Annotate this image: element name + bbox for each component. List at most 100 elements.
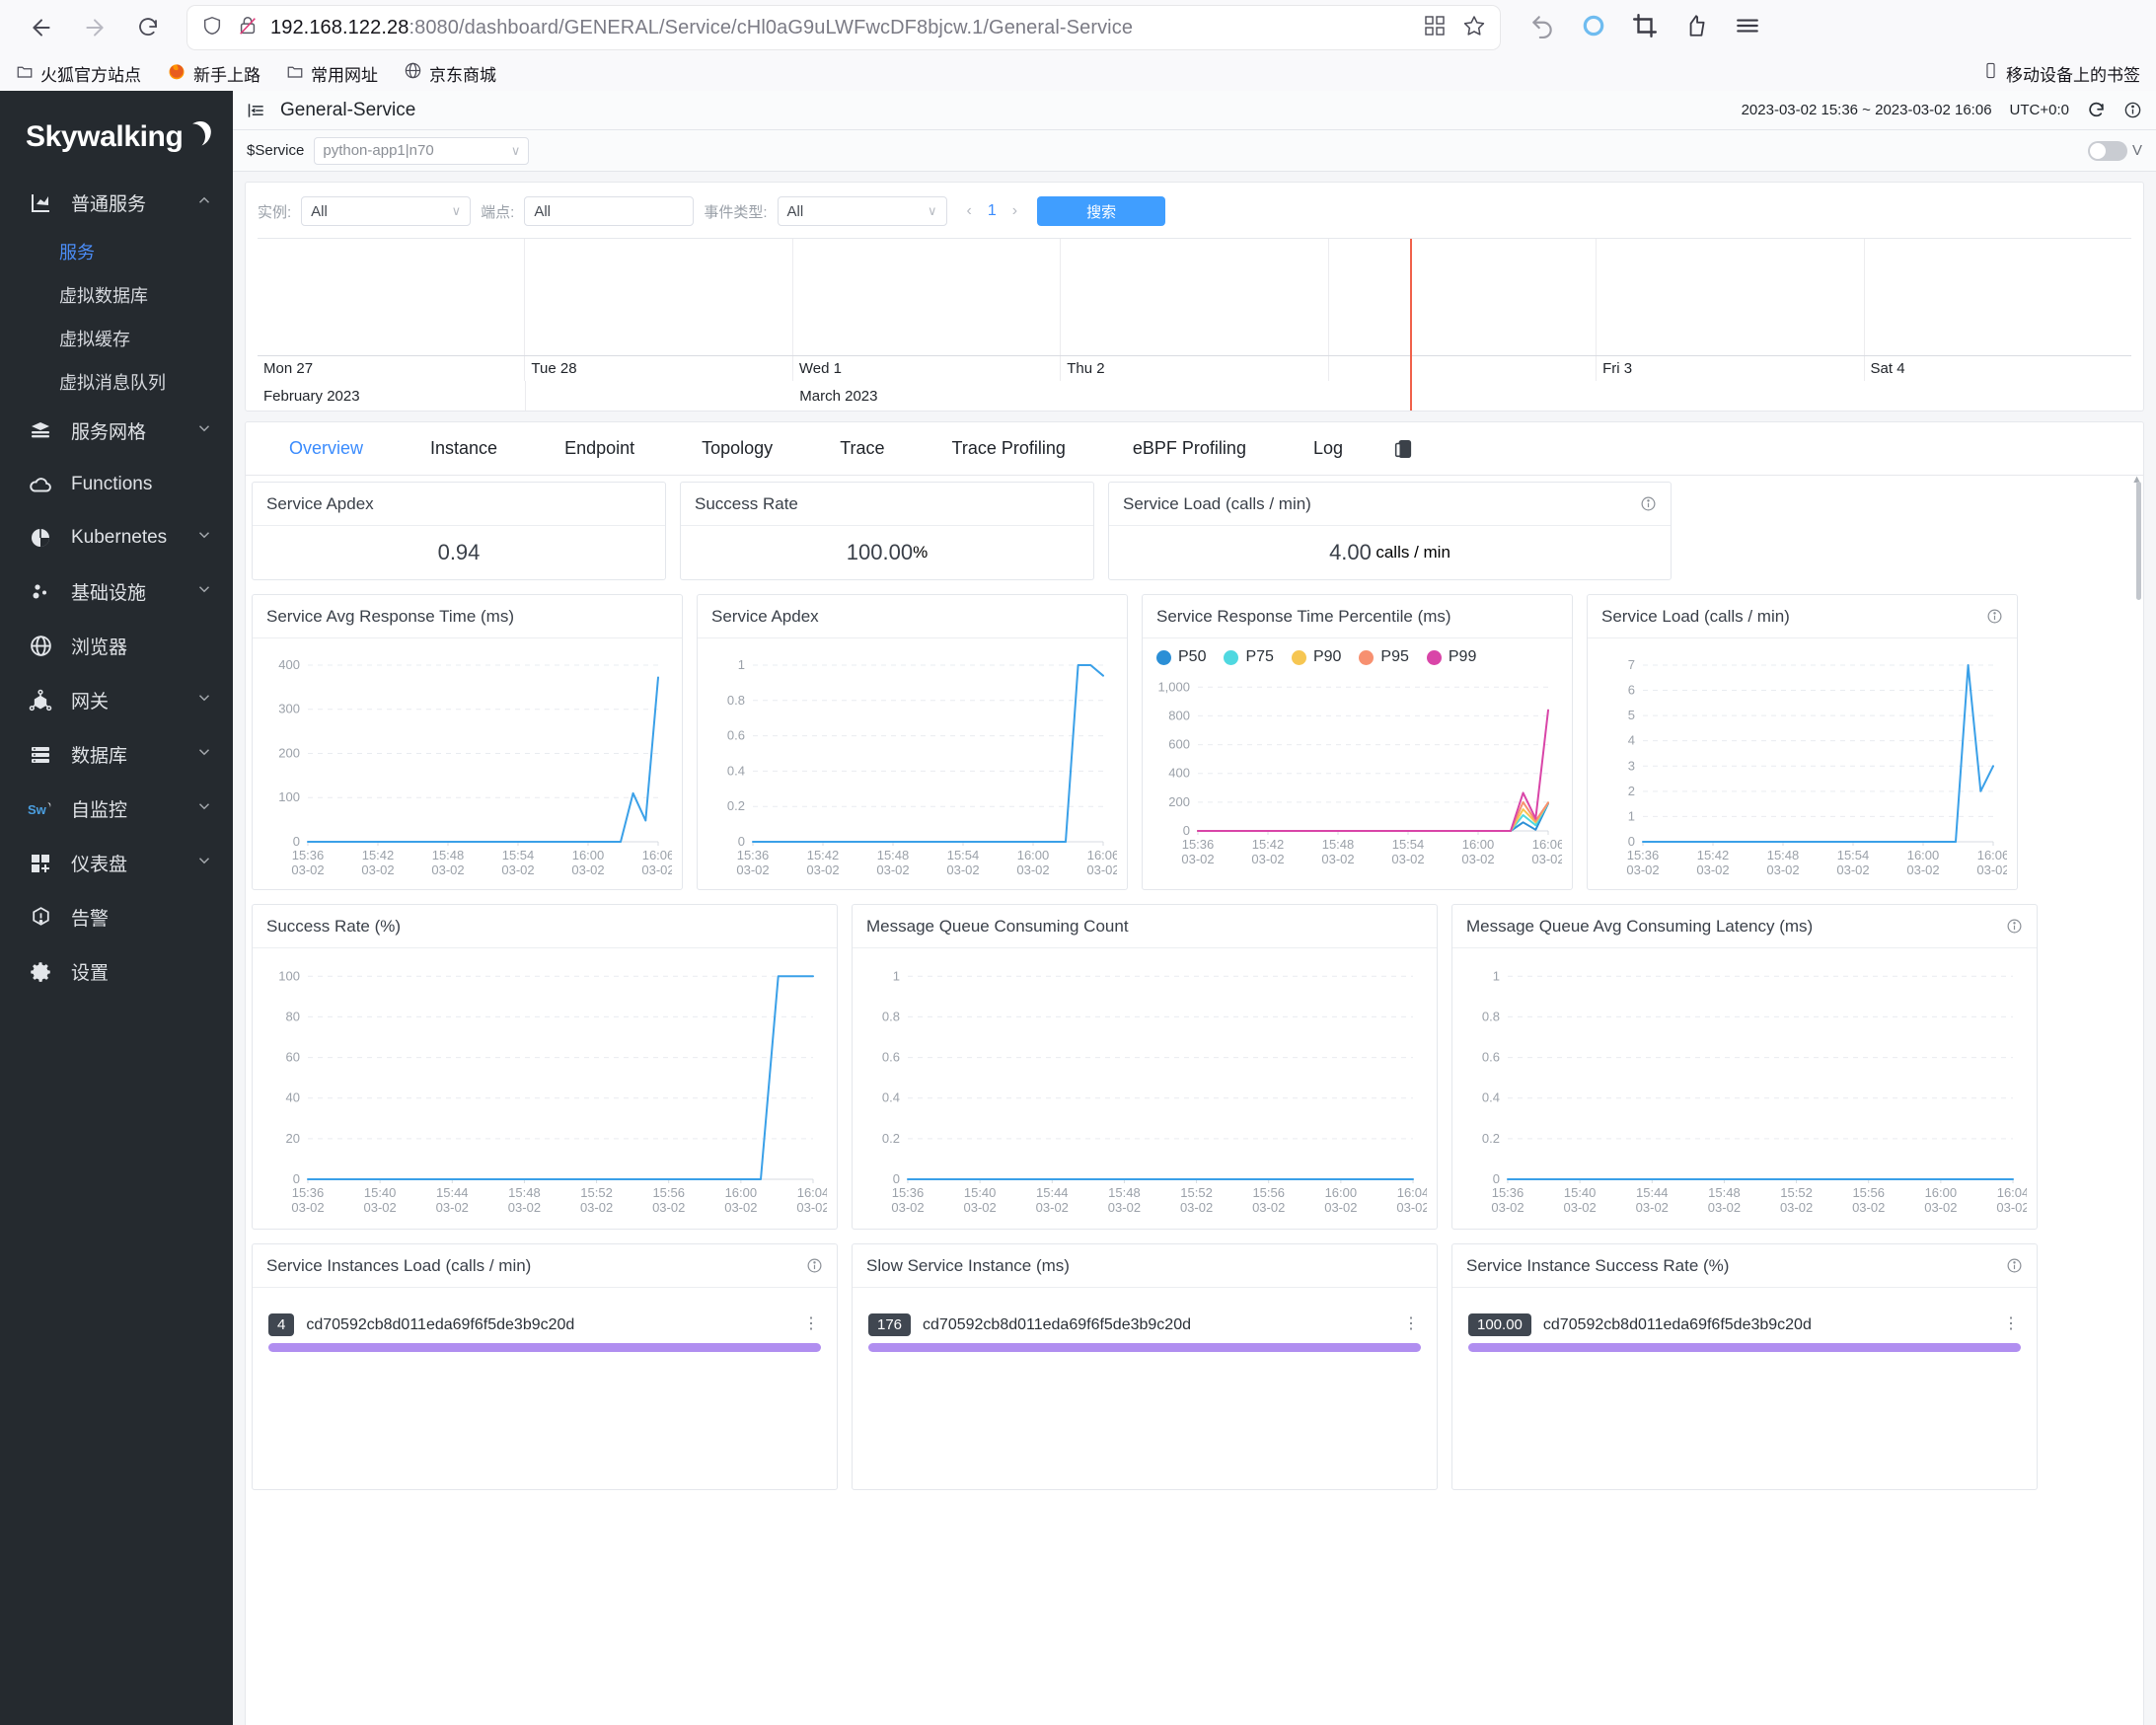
chart-card-service-apdex: Service Apdex 0 0.2 0.4 0.6 0.8 1 15:36 03-02 15… <box>697 594 1128 890</box>
sidebar-item-self-observability[interactable]: Sw 自监控 <box>0 782 233 836</box>
search-button-label: 搜索 <box>1086 203 1117 221</box>
chart-area[interactable]: 0 1 2 3 4 5 6 7 15:36 03-02 15:42 03-02 15:48 03-02 15… <box>1588 638 2017 889</box>
tab-log[interactable]: Log <box>1280 438 1376 459</box>
more-options-icon[interactable]: ⋮ <box>803 1316 821 1332</box>
event-type-filter-select[interactable]: All ∨ <box>777 196 947 226</box>
info-icon[interactable] <box>1986 608 2003 625</box>
chart-area[interactable]: 0 0.2 0.4 0.6 0.8 1 15:36 03-02 15:40 03-02 15:44 0… <box>1452 948 2037 1229</box>
board-scrollbar[interactable]: ▲ <box>2131 476 2143 1725</box>
service-select[interactable]: python-app1|n70 ∨ <box>314 136 530 165</box>
sidebar-item-functions[interactable]: Functions <box>0 458 233 511</box>
svg-text:15:44: 15:44 <box>1036 1185 1069 1200</box>
tab-trace-profiling[interactable]: Trace Profiling <box>919 438 1099 459</box>
instance-meter-bar <box>1468 1343 2021 1352</box>
chart-area[interactable]: 0 0.2 0.4 0.6 0.8 1 15:36 03-02 15:42 03-02 15:48 0… <box>698 638 1127 889</box>
sidebar-item-database[interactable]: 数据库 <box>0 727 233 782</box>
svg-text:0: 0 <box>1628 834 1635 849</box>
reload-button[interactable] <box>124 6 172 49</box>
timeline-day-label: Fri 3 <box>1597 356 1865 381</box>
collapse-sidebar-icon[interactable] <box>247 101 266 120</box>
legend-item[interactable]: P75 <box>1224 648 1274 666</box>
sidebar-item-settings[interactable]: 设置 <box>0 944 233 999</box>
endpoint-filter-label: 端点: <box>481 203 515 221</box>
chart-area[interactable]: 0 100 200 300 400 15:36 03-02 15:42 03-02 15:48 03… <box>253 638 682 889</box>
bookmark-star-icon[interactable] <box>1462 14 1486 42</box>
bookmark-mobile-folder[interactable]: 移动设备上的书签 <box>1982 61 2140 86</box>
screenshot-crop-icon[interactable] <box>1632 13 1658 43</box>
list-item[interactable]: 100.00 cd70592cb8d011eda69f6f5de3b9c20d … <box>1468 1313 2021 1336</box>
sidebar-item-service-mesh[interactable]: 服务网格 <box>0 404 233 458</box>
qr-icon[interactable] <box>1423 14 1447 42</box>
sidebar-item-infrastructure[interactable]: 基础设施 <box>0 564 233 619</box>
tab-topology[interactable]: Topology <box>668 438 806 459</box>
undo-icon[interactable] <box>1529 13 1555 43</box>
search-button[interactable]: 搜索 <box>1037 196 1166 226</box>
thumbs-up-icon[interactable] <box>1683 13 1709 43</box>
forward-button[interactable] <box>71 6 118 49</box>
svg-text:1: 1 <box>1628 808 1635 823</box>
sync-circle-icon[interactable] <box>1581 13 1606 43</box>
timeline-cell <box>1597 239 1865 355</box>
hamburger-menu-icon[interactable] <box>1735 13 1760 43</box>
sidebar-item-general-service[interactable]: 普通服务 <box>0 176 233 230</box>
instance-filter-select[interactable]: All ∨ <box>301 196 472 226</box>
time-range-label[interactable]: 2023-03-02 15:36 ~ 2023-03-02 16:06 <box>1742 102 1992 118</box>
info-icon[interactable] <box>1640 495 1657 512</box>
tab-endpoint[interactable]: Endpoint <box>531 438 668 459</box>
legend-item[interactable]: P50 <box>1156 648 1206 666</box>
sidebar-subitem-services[interactable]: 服务 <box>0 230 233 273</box>
bookmark-label: 移动设备上的书签 <box>2006 65 2140 85</box>
url-bar[interactable]: 192.168.122.28:8080/dashboard/GENERAL/Se… <box>187 6 1500 49</box>
info-icon[interactable] <box>2006 918 2023 935</box>
back-button[interactable] <box>18 6 65 49</box>
sidebar-item-gateway[interactable]: 网关 <box>0 673 233 727</box>
next-page-icon[interactable]: › <box>1012 202 1017 220</box>
prev-page-icon[interactable]: ‹ <box>967 202 972 220</box>
page-number[interactable]: 1 <box>988 202 997 220</box>
bookmark-item[interactable]: 常用网址 <box>286 61 378 86</box>
app-logo[interactable]: Skywalking <box>0 105 233 176</box>
scroll-thumb[interactable] <box>2136 482 2141 600</box>
sidebar-subitem-virtual-database[interactable]: 虚拟数据库 <box>0 273 233 317</box>
legend-item[interactable]: P99 <box>1426 648 1476 666</box>
endpoint-filter-input[interactable]: All <box>524 196 695 226</box>
list-item[interactable]: 176 cd70592cb8d011eda69f6f5de3b9c20d ⋮ <box>868 1313 1421 1336</box>
info-icon[interactable] <box>2123 101 2142 119</box>
event-timeline[interactable]: Mon 27 Tue 28 Wed 1 Thu 2 Fri 3 Sat 4 Fe… <box>258 238 2131 411</box>
refresh-icon[interactable] <box>2087 101 2106 119</box>
lock-disabled-icon[interactable] <box>237 15 259 41</box>
tab-instance[interactable]: Instance <box>397 438 531 459</box>
chart-legend[interactable]: P50 P75 P90 P95 P99 <box>1143 638 1572 668</box>
chart-area[interactable]: 0 0.2 0.4 0.6 0.8 1 15:36 03-02 15:40 03-02 15:44 0… <box>853 948 1437 1229</box>
tab-ebpf-profiling[interactable]: eBPF Profiling <box>1099 438 1280 459</box>
tab-label: Overview <box>289 438 364 458</box>
info-icon[interactable] <box>806 1257 823 1274</box>
sidebar-subitem-virtual-cache[interactable]: 虚拟缓存 <box>0 317 233 360</box>
copy-dashboard-icon[interactable] <box>1392 438 1414 460</box>
chevron-down-icon <box>195 743 213 767</box>
svg-text:16:00: 16:00 <box>725 1185 758 1200</box>
bookmark-item[interactable]: 火狐官方站点 <box>16 61 141 86</box>
view-toggle[interactable] <box>2087 140 2127 161</box>
sidebar-item-dashboard[interactable]: 仪表盘 <box>0 836 233 890</box>
svg-text:15:54: 15:54 <box>947 848 980 862</box>
sw-icon: Sw <box>28 796 53 822</box>
legend-item[interactable]: P90 <box>1291 648 1341 666</box>
list-item[interactable]: 4 cd70592cb8d011eda69f6f5de3b9c20d ⋮ <box>268 1313 821 1336</box>
chart-area[interactable]: 0 20 40 60 80 100 15:36 03-02 15:40 03-02 15:44 03-… <box>253 948 837 1229</box>
more-options-icon[interactable]: ⋮ <box>1403 1316 1421 1332</box>
dashboard-tabs-panel: Overview Instance Endpoint Topology Trac… <box>245 421 2144 1725</box>
tab-overview[interactable]: Overview <box>256 438 397 459</box>
more-options-icon[interactable]: ⋮ <box>2003 1316 2021 1332</box>
shield-icon[interactable] <box>201 15 223 41</box>
sidebar-item-alarm[interactable]: 告警 <box>0 890 233 944</box>
sidebar-item-browser[interactable]: 浏览器 <box>0 619 233 673</box>
chart-area[interactable]: 0 200 400 600 800 1,000 15:36 03-02 15:42 03-02 15… <box>1143 668 1572 889</box>
info-icon[interactable] <box>2006 1257 2023 1274</box>
bookmark-item[interactable]: 新手上路 <box>167 61 260 86</box>
sidebar-subitem-virtual-mq[interactable]: 虚拟消息队列 <box>0 360 233 404</box>
tab-trace[interactable]: Trace <box>806 438 918 459</box>
bookmark-item[interactable]: 京东商城 <box>404 61 496 86</box>
sidebar-item-kubernetes[interactable]: Kubernetes <box>0 511 233 564</box>
legend-item[interactable]: P95 <box>1359 648 1409 666</box>
